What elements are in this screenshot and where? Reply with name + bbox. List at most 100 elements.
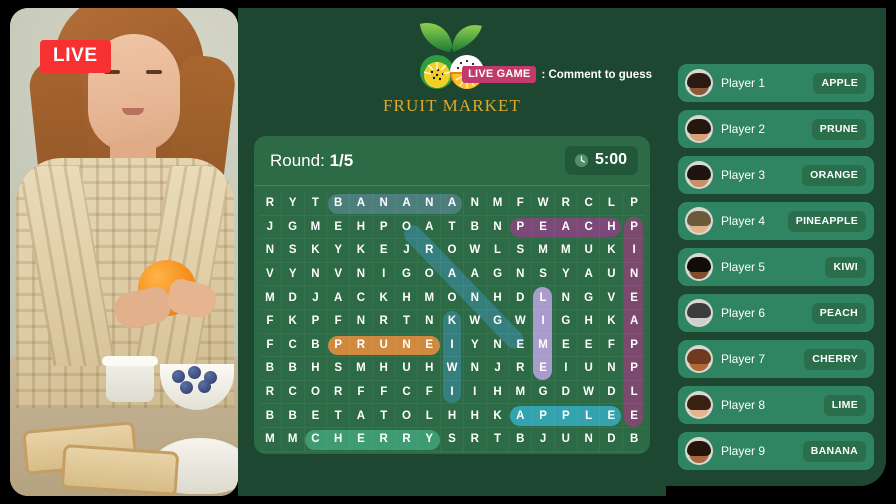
- grid-cell-r8-c2[interactable]: O: [304, 380, 328, 405]
- grid-cell-r5-c9[interactable]: W: [463, 309, 487, 334]
- grid-cell-r1-c2[interactable]: M: [304, 215, 328, 240]
- grid-cell-r10-c4[interactable]: E: [350, 427, 373, 452]
- grid-cell-r8-c13[interactable]: D: [554, 380, 578, 405]
- grid-cell-r10-c15[interactable]: D: [600, 427, 624, 452]
- grid-cell-r9-c7[interactable]: L: [418, 404, 442, 428]
- grid-cell-r10-c14[interactable]: N: [577, 427, 601, 452]
- grid-cell-r7-c3[interactable]: S: [327, 357, 351, 381]
- grid-cell-r7-c13[interactable]: I: [554, 357, 578, 381]
- grid-cell-r6-c0[interactable]: F: [259, 333, 282, 358]
- grid-cell-r2-c2[interactable]: K: [304, 239, 328, 263]
- grid-cell-r10-c13[interactable]: U: [554, 427, 578, 452]
- grid-cell-r7-c10[interactable]: J: [486, 357, 510, 381]
- player-row-7[interactable]: Player 7 CHERRY: [678, 340, 874, 378]
- grid-cell-r4-c7[interactable]: M: [418, 286, 442, 310]
- grid-cell-r6-c13[interactable]: E: [554, 333, 578, 358]
- grid-cell-r6-c15[interactable]: F: [600, 333, 624, 358]
- grid-cell-r5-c12[interactable]: I: [532, 309, 555, 334]
- grid-cell-r1-c9[interactable]: B: [463, 215, 487, 240]
- grid-cell-r6-c14[interactable]: E: [577, 333, 601, 358]
- grid-cell-r4-c12[interactable]: L: [532, 286, 555, 310]
- grid-cell-r9-c9[interactable]: H: [463, 404, 487, 428]
- grid-cell-r3-c8[interactable]: A: [441, 262, 464, 287]
- grid-cell-r7-c8[interactable]: W: [441, 357, 464, 381]
- grid-cell-r2-c1[interactable]: S: [281, 239, 305, 263]
- grid-cell-r3-c4[interactable]: N: [350, 262, 373, 287]
- grid-cell-r9-c14[interactable]: L: [577, 404, 601, 428]
- grid-cell-r6-c3[interactable]: P: [327, 333, 351, 358]
- grid-cell-r6-c5[interactable]: U: [372, 333, 396, 358]
- grid-cell-r8-c7[interactable]: F: [418, 380, 442, 405]
- grid-cell-r5-c5[interactable]: R: [372, 309, 396, 334]
- grid-cell-r0-c16[interactable]: P: [623, 192, 646, 216]
- grid-cell-r1-c16[interactable]: P: [623, 216, 646, 240]
- grid-cell-r1-c14[interactable]: C: [577, 215, 601, 240]
- grid-cell-r4-c0[interactable]: M: [259, 286, 282, 310]
- grid-cell-r2-c6[interactable]: J: [395, 239, 419, 263]
- grid-cell-r2-c12[interactable]: M: [532, 239, 555, 263]
- grid-cell-r4-c4[interactable]: C: [350, 286, 373, 310]
- grid-cell-r8-c3[interactable]: R: [327, 380, 351, 405]
- grid-cell-r2-c15[interactable]: K: [600, 239, 624, 263]
- grid-cell-r2-c13[interactable]: M: [554, 239, 578, 263]
- grid-cell-r3-c14[interactable]: A: [577, 262, 601, 287]
- grid-cell-r8-c15[interactable]: D: [600, 380, 624, 405]
- grid-cell-r9-c4[interactable]: A: [350, 404, 373, 428]
- word-search-grid[interactable]: RYTBANANANMFWRCLPJGMEHPOATBNPEACHPNSKYKE…: [254, 186, 650, 452]
- grid-cell-r1-c4[interactable]: H: [350, 215, 373, 240]
- grid-cell-r1-c13[interactable]: A: [554, 215, 578, 240]
- grid-cell-r3-c6[interactable]: G: [395, 262, 419, 287]
- grid-cell-r10-c0[interactable]: M: [259, 427, 282, 452]
- grid-cell-r10-c6[interactable]: R: [395, 427, 419, 452]
- grid-cell-r0-c10[interactable]: M: [486, 192, 510, 216]
- player-row-5[interactable]: Player 5 KIWI: [678, 248, 874, 286]
- grid-cell-r7-c15[interactable]: N: [600, 357, 624, 381]
- grid-cell-r1-c12[interactable]: E: [532, 215, 555, 240]
- grid-cell-r2-c8[interactable]: O: [441, 239, 464, 263]
- grid-cell-r9-c11[interactable]: A: [509, 404, 533, 428]
- grid-cell-r2-c0[interactable]: N: [259, 239, 282, 263]
- grid-cell-r6-c10[interactable]: N: [486, 333, 510, 358]
- grid-cell-r9-c12[interactable]: P: [532, 404, 555, 428]
- grid-cell-r4-c5[interactable]: K: [372, 286, 396, 310]
- grid-cell-r7-c16[interactable]: P: [623, 357, 646, 381]
- grid-cell-r10-c11[interactable]: B: [509, 427, 533, 452]
- grid-cell-r2-c10[interactable]: L: [486, 239, 510, 263]
- grid-cell-r5-c13[interactable]: G: [554, 309, 578, 334]
- grid-cell-r8-c4[interactable]: F: [350, 380, 373, 405]
- grid-cell-r9-c2[interactable]: E: [304, 404, 328, 428]
- grid-cell-r8-c5[interactable]: F: [372, 380, 396, 405]
- grid-cell-r2-c5[interactable]: E: [372, 239, 396, 263]
- grid-cell-r6-c7[interactable]: E: [418, 333, 442, 358]
- grid-cell-r10-c9[interactable]: R: [463, 427, 487, 452]
- grid-cell-r3-c0[interactable]: V: [259, 262, 282, 287]
- grid-cell-r4-c8[interactable]: O: [441, 286, 464, 310]
- grid-cell-r5-c15[interactable]: K: [600, 309, 624, 334]
- grid-cell-r3-c7[interactable]: O: [418, 262, 442, 287]
- grid-cell-r7-c0[interactable]: B: [259, 357, 282, 381]
- grid-cell-r6-c6[interactable]: N: [395, 333, 419, 358]
- grid-cell-r0-c13[interactable]: R: [554, 192, 578, 216]
- grid-cell-r7-c4[interactable]: M: [350, 357, 373, 381]
- grid-cell-r5-c14[interactable]: H: [577, 309, 601, 334]
- grid-cell-r3-c15[interactable]: U: [600, 262, 624, 287]
- grid-cell-r3-c11[interactable]: N: [509, 262, 533, 287]
- grid-cell-r7-c11[interactable]: R: [509, 357, 533, 381]
- grid-cell-r6-c16[interactable]: P: [623, 334, 646, 358]
- grid-cell-r3-c13[interactable]: Y: [554, 262, 578, 287]
- grid-cell-r7-c12[interactable]: E: [532, 357, 555, 381]
- grid-cell-r1-c1[interactable]: G: [281, 215, 305, 240]
- grid-cell-r8-c12[interactable]: G: [532, 380, 555, 405]
- grid-cell-r9-c10[interactable]: K: [486, 404, 510, 428]
- grid-cell-r4-c6[interactable]: H: [395, 286, 419, 310]
- grid-cell-r10-c5[interactable]: R: [372, 427, 396, 452]
- grid-cell-r4-c16[interactable]: E: [623, 286, 646, 310]
- grid-cell-r7-c1[interactable]: B: [281, 357, 305, 381]
- grid-cell-r10-c8[interactable]: S: [441, 427, 464, 452]
- grid-cell-r9-c6[interactable]: O: [395, 404, 419, 428]
- grid-cell-r10-c1[interactable]: M: [281, 427, 305, 452]
- player-row-6[interactable]: Player 6 PEACH: [678, 294, 874, 332]
- grid-cell-r3-c10[interactable]: G: [486, 262, 510, 287]
- player-row-1[interactable]: Player 1 APPLE: [678, 64, 874, 102]
- grid-cell-r5-c16[interactable]: A: [623, 310, 646, 334]
